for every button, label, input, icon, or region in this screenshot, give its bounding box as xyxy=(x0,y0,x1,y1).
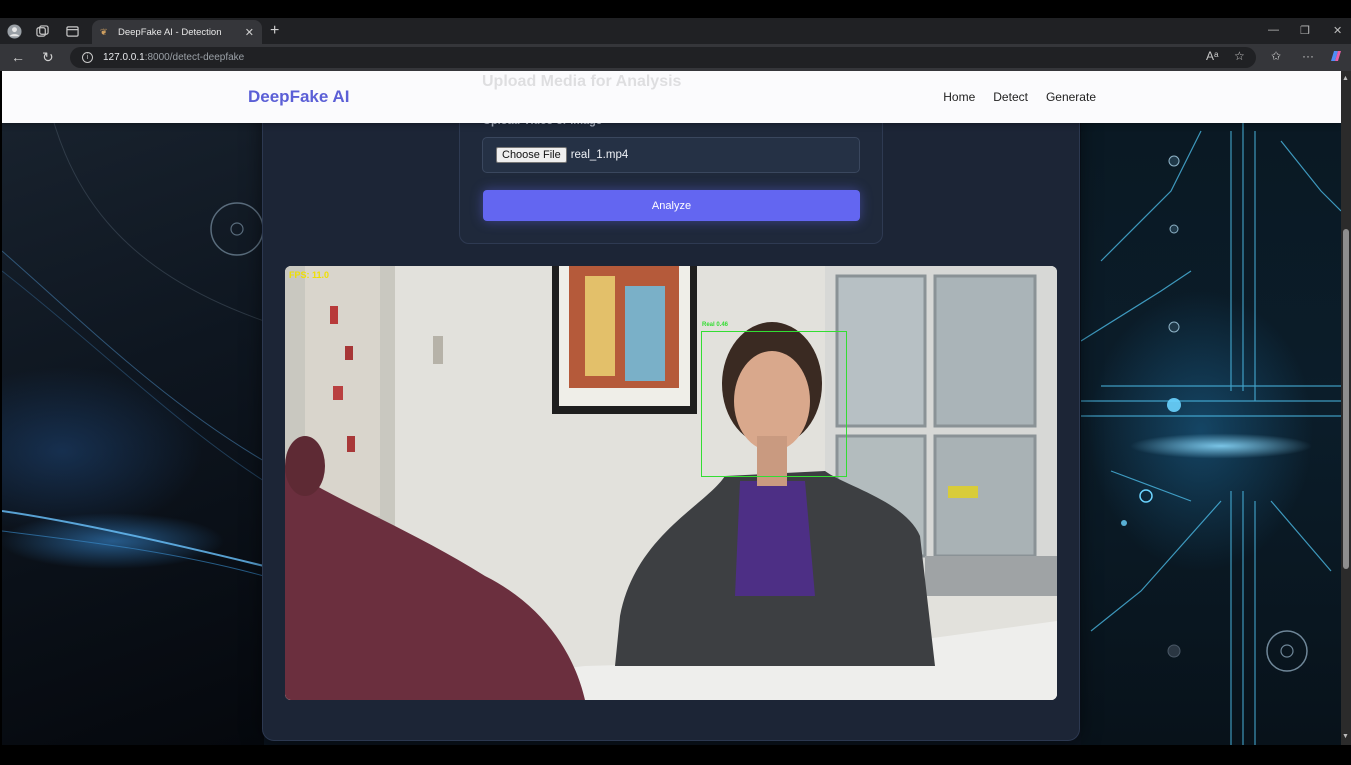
tab-actions-icon[interactable] xyxy=(64,23,80,39)
face-label: Real 0.46 xyxy=(702,322,729,328)
nav-links: Home Detect Generate xyxy=(943,90,1096,104)
workspaces-icon[interactable] xyxy=(34,23,50,39)
copilot-icon[interactable] xyxy=(1329,49,1343,66)
background-right-circuit xyxy=(1081,71,1341,745)
restore-icon[interactable]: ❐ xyxy=(1300,24,1310,37)
url-host: 127.0.0.1 xyxy=(103,52,145,63)
section-title: Upload Media for Analysis xyxy=(482,73,682,90)
favorites-icon[interactable]: ✩ xyxy=(1271,49,1281,63)
window-close-icon[interactable]: ✕ xyxy=(1333,24,1342,37)
address-bar[interactable]: i 127.0.0.1 :8000/detect-deepfake xyxy=(70,47,1256,68)
profile-icon[interactable] xyxy=(6,23,22,39)
fps-overlay: FPS: 11.0 xyxy=(289,270,330,280)
selected-file-name: real_1.mp4 xyxy=(570,149,629,161)
minimize-icon[interactable]: — xyxy=(1268,24,1279,36)
new-tab-button[interactable]: + xyxy=(270,22,279,40)
brand-logo[interactable]: DeepFake AI xyxy=(248,87,349,107)
site-favicon-icon: ❦ xyxy=(100,27,108,37)
tab-title: DeepFake AI - Detection xyxy=(118,26,222,38)
favorite-star-icon[interactable]: ☆ xyxy=(1234,49,1245,63)
tab-active[interactable]: ❦ DeepFake AI - Detection ✕ xyxy=(92,20,262,44)
file-input[interactable]: Choose File real_1.mp4 xyxy=(482,137,860,173)
screen-frame-bottom xyxy=(0,745,1351,765)
scrollbar-thumb[interactable] xyxy=(1343,229,1349,569)
choose-file-button[interactable]: Choose File xyxy=(496,147,567,163)
site-info-icon[interactable]: i xyxy=(82,52,93,63)
more-options-icon[interactable]: ··· xyxy=(1302,49,1314,63)
site-navbar: Upload Media for Analysis DeepFake AI Ho… xyxy=(2,71,1341,123)
page-scrollbar[interactable]: ▲ ▼ xyxy=(1341,71,1351,745)
browser-toolbar: ← ↻ i 127.0.0.1 :8000/detect-deepfake Aᵃ… xyxy=(0,44,1351,71)
read-aloud-icon[interactable]: Aᵃ xyxy=(1206,49,1218,63)
face-bounding-box xyxy=(701,331,847,477)
screen-frame-top xyxy=(0,0,1351,18)
nav-link-home[interactable]: Home xyxy=(943,90,975,104)
nav-link-generate[interactable]: Generate xyxy=(1046,90,1096,104)
nav-link-detect[interactable]: Detect xyxy=(993,90,1028,104)
video-frame-image xyxy=(285,266,1057,700)
page-viewport: Upload Video or Image Choose File real_1… xyxy=(2,71,1341,745)
analyze-button[interactable]: Analyze xyxy=(483,190,860,221)
scroll-up-icon[interactable]: ▲ xyxy=(1342,75,1349,82)
url-path: :8000/detect-deepfake xyxy=(144,52,245,63)
tab-close-icon[interactable]: ✕ xyxy=(245,26,254,39)
scroll-down-icon[interactable]: ▼ xyxy=(1342,733,1349,740)
background-left-waves xyxy=(2,71,264,745)
reload-icon[interactable]: ↻ xyxy=(42,49,54,66)
video-preview[interactable]: FPS: 11.0 Real 0.46 xyxy=(285,266,1057,700)
browser-tab-bar: ❦ DeepFake AI - Detection ✕ + — ❐ ✕ xyxy=(0,18,1351,44)
back-icon[interactable]: ← xyxy=(11,49,25,65)
